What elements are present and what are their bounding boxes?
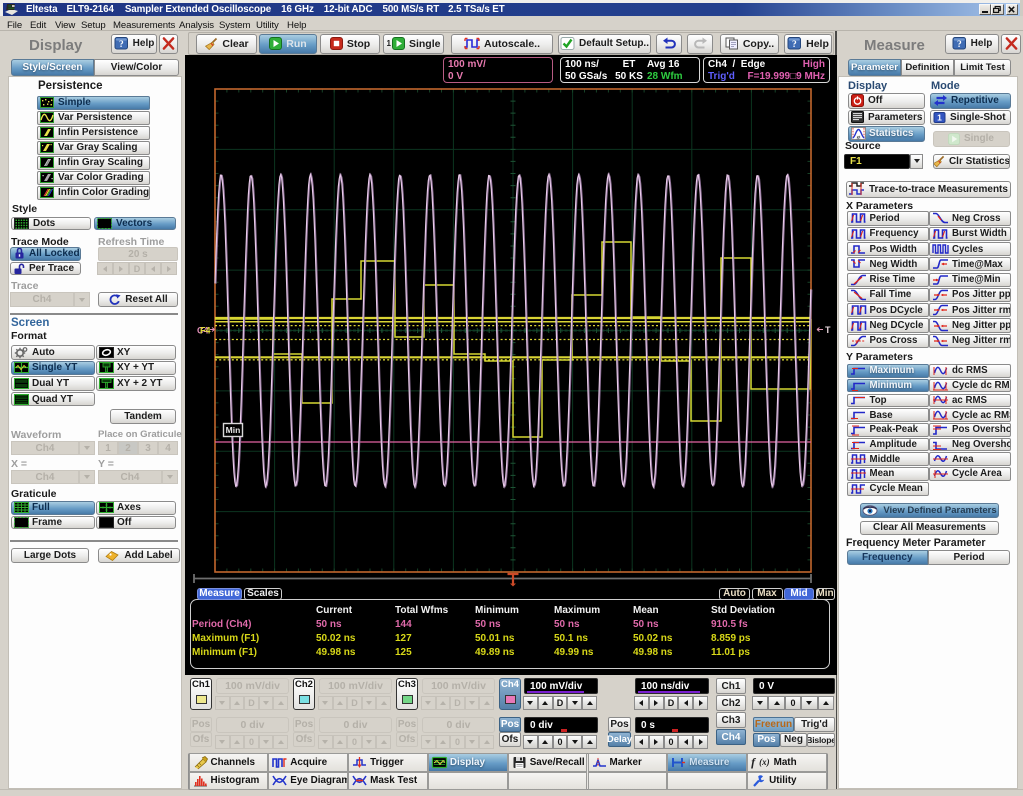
svg-text:?: ? bbox=[957, 40, 962, 50]
svg-text:Min: Min bbox=[226, 425, 241, 435]
svg-text:F4: F4 bbox=[200, 326, 211, 336]
svg-text:T: T bbox=[825, 325, 831, 335]
svg-text:1: 1 bbox=[937, 112, 942, 122]
svg-text:?: ? bbox=[792, 40, 797, 50]
svg-text:?: ? bbox=[119, 40, 124, 50]
